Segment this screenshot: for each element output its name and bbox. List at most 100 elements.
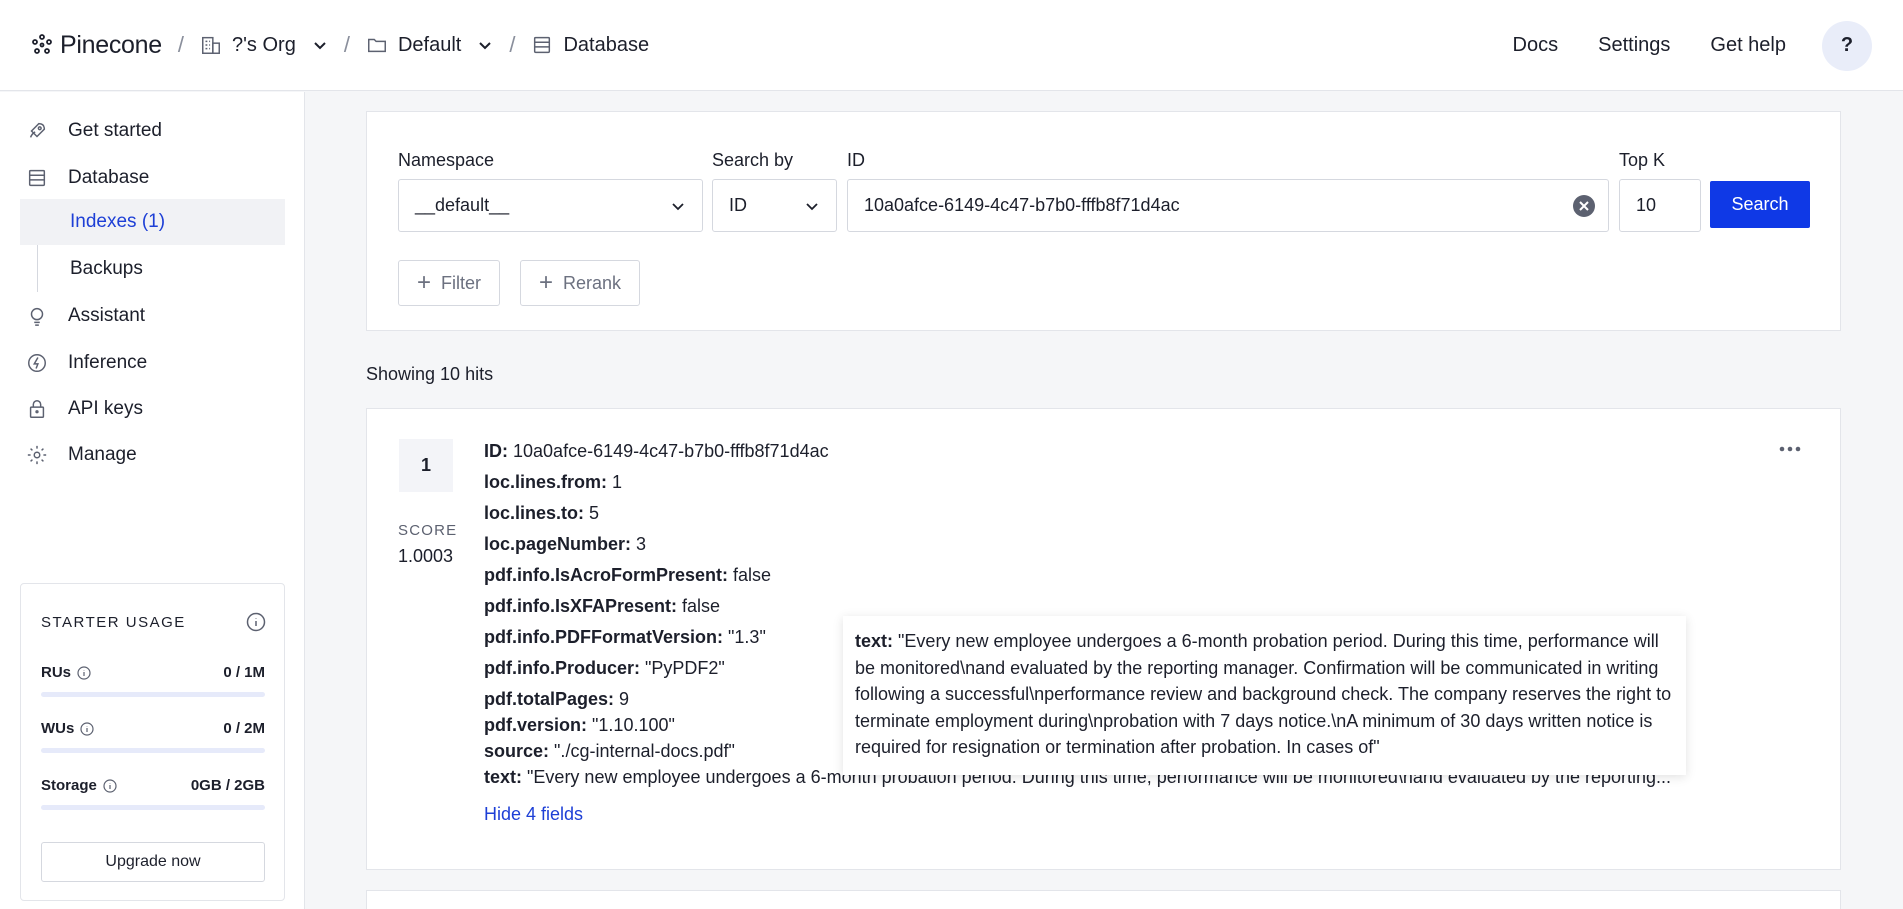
sidebar-item-label: Database (68, 167, 150, 188)
top-k-label: Top K (1619, 150, 1666, 170)
result-rank: 1 (399, 439, 453, 492)
namespace-label: Namespace (398, 150, 495, 170)
breadcrumb-org[interactable]: ?'s Org (200, 34, 328, 57)
lightbulb-icon (30, 307, 44, 326)
usage-bar (41, 805, 265, 810)
id-input-value: 10a0afce-6149-4c47-b7b0-fffb8f71d4ac (864, 195, 1180, 215)
rocket-icon (29, 122, 46, 138)
breadcrumb-project[interactable]: Default (366, 34, 493, 57)
lightning-icon (28, 354, 46, 372)
docs-link[interactable]: Docs (1513, 34, 1559, 57)
id-label: ID (847, 150, 865, 170)
namespace-select[interactable]: __default__ (398, 179, 703, 232)
sidebar-item-manage[interactable]: Manage (26, 444, 137, 466)
sidebar-item-label: Get started (68, 120, 162, 141)
usage-row-rus: RUs 0 / 1M (41, 664, 265, 697)
usage-row-wus: WUs 0 / 2M (41, 720, 265, 753)
rerank-button-label: Rerank (563, 272, 622, 293)
sidebar-item-indexes[interactable]: Indexes (1) (20, 199, 285, 245)
chevron-down-icon (479, 42, 492, 50)
usage-bar (41, 692, 265, 697)
id-input[interactable]: 10a0afce-6149-4c47-b7b0-fffb8f71d4ac (847, 179, 1609, 232)
usage-value: 0 / 1M (223, 664, 265, 681)
breadcrumb-database[interactable]: Database (531, 34, 649, 57)
sidebar-item-database[interactable]: Database (26, 167, 149, 189)
usage-title: STARTER USAGE (41, 614, 186, 631)
search-by-label: Search by (712, 150, 794, 170)
top-nav: Docs Settings Get help ? (1513, 0, 1903, 91)
search-by-value: ID (729, 195, 747, 215)
search-by-select[interactable]: ID (712, 179, 837, 232)
sidebar-item-inference[interactable]: Inference (26, 352, 147, 374)
result-field: pdf.totalPages: 9 (484, 689, 630, 709)
chevron-down-icon (672, 203, 684, 211)
result-card (366, 890, 1841, 909)
pinecone-logo-icon (32, 34, 52, 54)
filter-button-label: Filter (441, 272, 482, 293)
plus-icon: + (417, 269, 432, 296)
info-icon[interactable] (77, 665, 91, 680)
result-field: ID: 10a0afce-6149-4c47-b7b0-fffb8f71d4ac (484, 441, 829, 461)
breadcrumb-separator: / (343, 32, 350, 57)
result-field: loc.lines.from: 1 (484, 472, 623, 492)
usage-bar (41, 748, 265, 753)
info-icon[interactable] (80, 721, 94, 736)
top-bar: Pinecone / ?'s Org / Default / Database … (0, 0, 1903, 91)
breadcrumb-org-label: ?'s Org (231, 33, 296, 56)
result-field: pdf.info.IsAcroFormPresent: false (484, 565, 772, 585)
top-k-input[interactable]: 10 (1619, 179, 1701, 232)
usage-value: 0 / 2M (223, 720, 265, 737)
help-button[interactable]: ? (1822, 20, 1872, 71)
text-field-tooltip: text: "Every new employee undergoes a 6-… (843, 616, 1686, 775)
breadcrumb-database-label: Database (563, 33, 650, 56)
usage-value: 0GB / 2GB (190, 777, 265, 794)
sidebar-item-api-keys[interactable]: API keys (26, 398, 143, 420)
database-icon (28, 169, 46, 187)
usage-row-storage: Storage 0GB / 2GB (41, 777, 265, 810)
chevron-down-icon (314, 42, 326, 50)
sidebar-item-label: Manage (68, 444, 137, 465)
info-icon[interactable] (246, 612, 266, 632)
result-field: loc.pageNumber: 3 (484, 534, 647, 554)
info-icon[interactable] (103, 778, 117, 793)
sidebar-item-label: Assistant (68, 305, 146, 326)
database-icon (534, 36, 551, 54)
sidebar: Get started Database Indexes (1) Backups… (0, 92, 305, 909)
score-label: SCORE (398, 522, 458, 539)
chevron-down-icon (806, 203, 818, 211)
sidebar-item-assistant[interactable]: Assistant (26, 305, 145, 327)
sidebar-item-backups[interactable]: Backups (20, 246, 285, 292)
sidebar-item-label: API keys (68, 398, 143, 419)
breadcrumb-separator: / (177, 32, 184, 57)
hide-fields-link[interactable]: Hide 4 fields (484, 804, 583, 825)
more-options-icon[interactable] (1778, 445, 1802, 453)
starter-usage-panel: STARTER USAGE RUs 0 / 1M WUs 0 / 2M Stor… (20, 583, 285, 901)
result-field: source: "./cg-internal-docs.pdf" (484, 741, 735, 761)
search-panel: Namespace __default__ Search by ID ID 10… (366, 111, 1841, 331)
sidebar-item-get-started[interactable]: Get started (26, 120, 162, 142)
sidebar-item-label: Inference (68, 352, 148, 373)
result-field: pdf.version: "1.10.100" (484, 715, 675, 735)
settings-link[interactable]: Settings (1598, 34, 1670, 57)
lock-icon (29, 400, 45, 418)
hits-count: Showing 10 hits (366, 364, 494, 384)
result-field: pdf.info.Producer: "PyPDF2" (484, 658, 725, 678)
pinecone-logo[interactable]: Pinecone (30, 31, 162, 60)
logo-text: Pinecone (60, 30, 162, 59)
rerank-button[interactable]: + Rerank (520, 260, 641, 306)
upgrade-now-button[interactable]: Upgrade now (41, 842, 265, 882)
clear-icon[interactable] (1572, 194, 1596, 218)
breadcrumb-project-label: Default (397, 33, 462, 56)
result-field: loc.lines.to: 5 (484, 503, 600, 523)
get-help-link[interactable]: Get help (1710, 34, 1786, 57)
namespace-value: __default__ (415, 195, 510, 215)
folder-icon (367, 38, 386, 53)
tooltip-value: "Every new employee undergoes a 6-month … (855, 631, 1672, 757)
result-field: pdf.info.IsXFAPresent: false (484, 596, 721, 616)
filter-button[interactable]: + Filter (398, 260, 501, 306)
gear-icon (27, 445, 47, 465)
search-button[interactable]: Search (1710, 181, 1810, 228)
score-value: 1.0003 (398, 546, 454, 566)
building-icon (202, 36, 220, 54)
tooltip-key: text: (855, 631, 894, 651)
